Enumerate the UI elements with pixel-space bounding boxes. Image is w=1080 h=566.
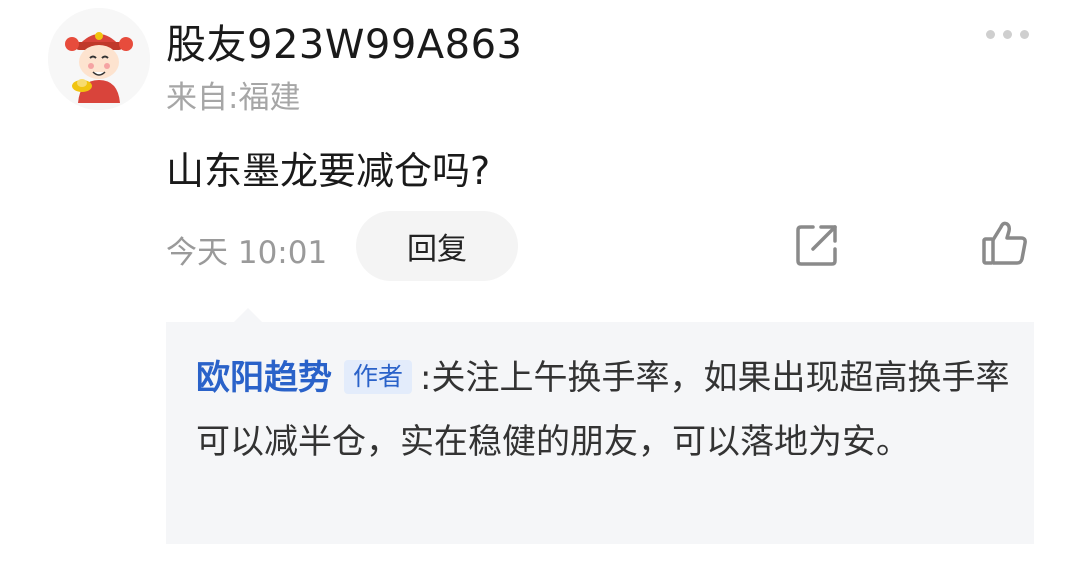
more-icon[interactable] [986,26,1036,42]
share-icon[interactable] [793,221,841,269]
reply-button[interactable]: 回复 [356,211,518,281]
reply-author[interactable]: 欧阳趋势 [196,358,332,398]
username[interactable]: 股友923W99A863 [166,12,523,70]
post-time: 今天 10:01 [166,235,328,271]
post-content: 山东墨龙要减仓吗? [166,149,491,193]
more-dot [1020,29,1029,39]
author-badge: 作者 [344,360,413,394]
reply-box: 欧阳趋势 作者:关注上午换手率，如果出现超高换手率可以减半仓，实在稳健的朋友，可以… [166,308,1034,544]
caishen-avatar-icon [48,8,150,110]
reply-text: 欧阳趋势 作者:关注上午换手率，如果出现超高换手率可以减半仓，实在稳健的朋友，可以… [196,346,1016,474]
avatar[interactable] [48,8,150,110]
reply-separator: : [420,358,432,398]
more-dot [1003,29,1012,39]
more-dot [986,29,995,39]
location-label: 来自:福建 [166,80,301,116]
thumbs-up-icon[interactable] [980,218,1030,268]
